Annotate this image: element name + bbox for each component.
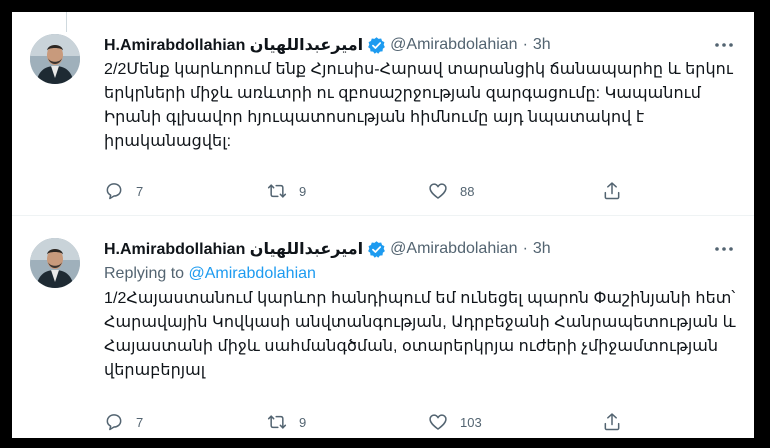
retweet-button[interactable]: 9 — [267, 412, 306, 432]
tweet-actions: 7 9 103 — [104, 412, 634, 436]
replying-to: Replying to @Amirabdolahian — [104, 265, 736, 285]
timeline: H.Amirabdollahian امیرعبداللهیان @Amirab… — [12, 12, 754, 438]
author-name[interactable]: H.Amirabdollahian امیرعبداللهیان — [104, 239, 363, 259]
retweet-count: 9 — [299, 414, 307, 430]
tweet[interactable]: H.Amirabdollahian امیرعبداللهیان @Amirab… — [12, 12, 754, 215]
tweet-actions: 7 9 88 — [104, 181, 634, 205]
verified-badge-icon — [368, 36, 386, 54]
retweet-button[interactable]: 9 — [267, 181, 306, 201]
tweet-header: H.Amirabdollahian امیرعبداللهیان @Amirab… — [104, 34, 736, 56]
author-handle[interactable]: @Amirabdolahian — [390, 36, 517, 54]
reply-button[interactable]: 7 — [104, 181, 143, 201]
separator-dot: · — [522, 36, 528, 53]
reply-count: 7 — [136, 414, 144, 430]
avatar[interactable] — [30, 34, 80, 84]
replying-to-label: Replying to — [104, 265, 189, 282]
share-button[interactable] — [602, 181, 622, 201]
tweet-text: 2/2Մենք կարևորում ենք Հյուսիս-Հարավ տարա… — [104, 61, 733, 150]
more-dots-icon[interactable] — [712, 240, 736, 258]
share-icon — [604, 182, 620, 200]
share-button[interactable] — [602, 412, 622, 432]
more-dots-icon[interactable] — [712, 36, 736, 54]
like-button[interactable]: 88 — [428, 181, 474, 201]
author-name[interactable]: H.Amirabdollahian امیرعبداللهیان — [104, 35, 363, 55]
share-icon — [604, 413, 620, 431]
timestamp[interactable]: 3h — [533, 36, 551, 54]
reply-icon — [106, 414, 122, 431]
reply-count: 7 — [136, 183, 144, 199]
reply-icon — [106, 183, 122, 200]
retweet-count: 9 — [299, 183, 307, 199]
heart-icon — [429, 183, 447, 199]
tweet-text: 1/2Հայաստանում կարևոր հանդիպում եմ ունեց… — [104, 290, 736, 379]
avatar[interactable] — [30, 238, 80, 288]
tweet-header: H.Amirabdollahian امیرعبداللهیان @Amirab… — [104, 238, 736, 260]
like-button[interactable]: 103 — [428, 412, 482, 432]
author-handle[interactable]: @Amirabdolahian — [390, 240, 517, 258]
retweet-icon — [267, 415, 287, 429]
separator-dot: · — [522, 240, 528, 257]
like-count: 88 — [460, 183, 475, 199]
timestamp[interactable]: 3h — [533, 240, 551, 258]
retweet-icon — [267, 184, 287, 198]
verified-badge-icon — [368, 240, 386, 258]
replying-to-mention[interactable]: @Amirabdolahian — [189, 265, 316, 282]
reply-button[interactable]: 7 — [104, 412, 143, 432]
like-count: 103 — [460, 414, 482, 430]
tweet[interactable]: H.Amirabdollahian امیرعبداللهیان @Amirab… — [12, 215, 754, 438]
heart-icon — [429, 414, 447, 430]
